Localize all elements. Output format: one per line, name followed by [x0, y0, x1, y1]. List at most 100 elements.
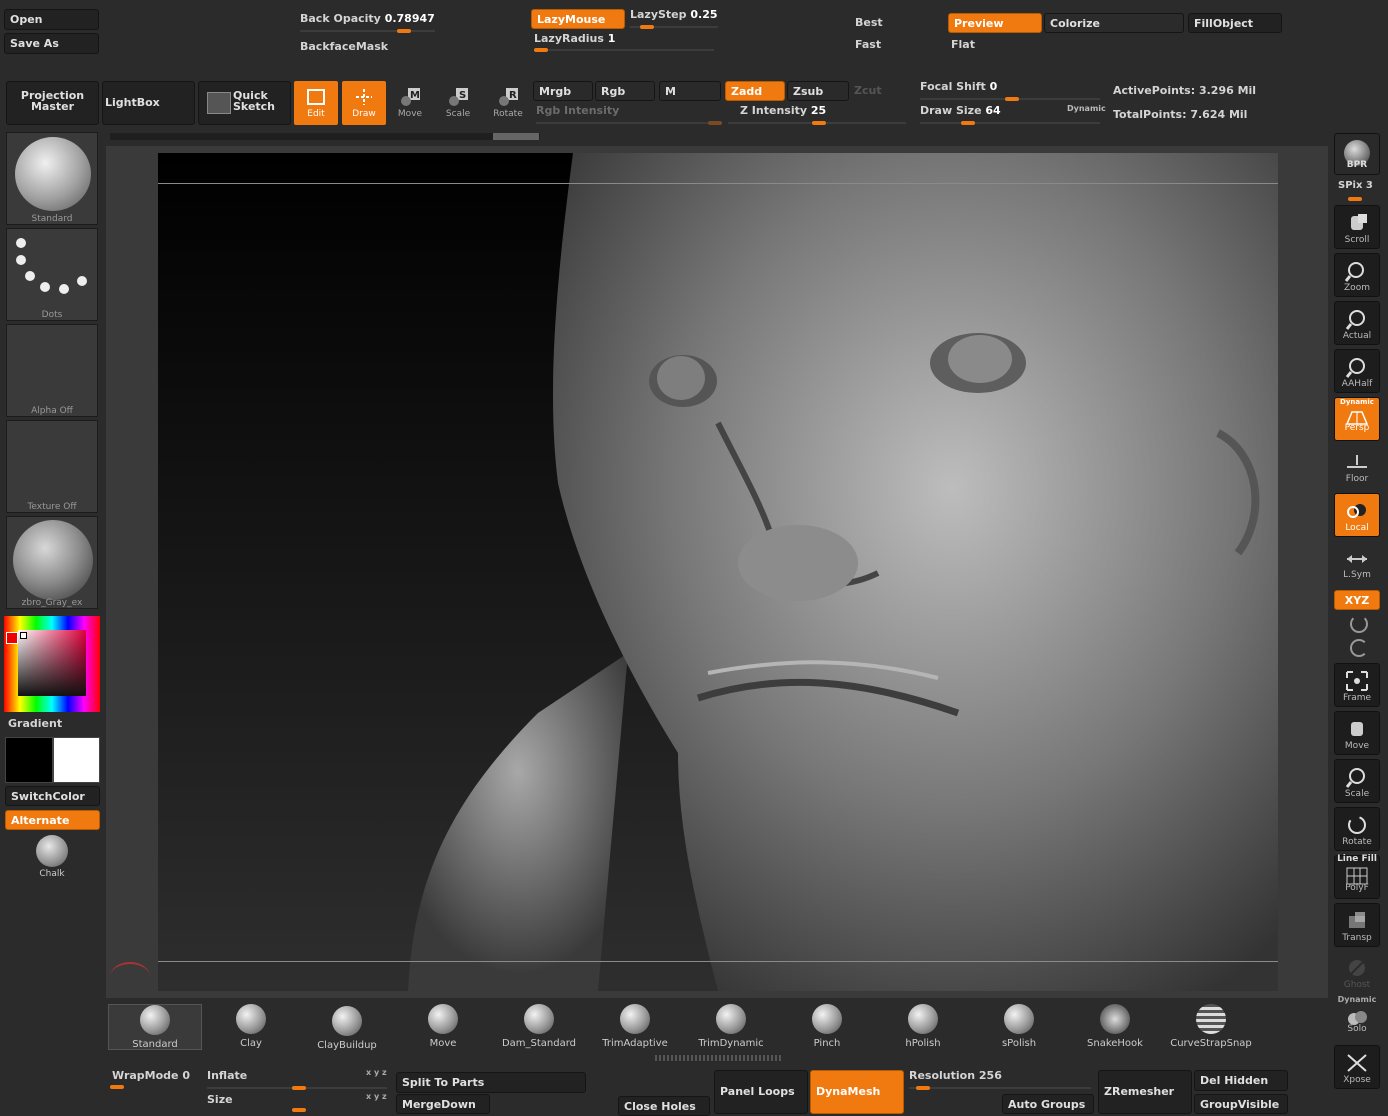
spix-slider[interactable]: SPix 3 [1338, 180, 1373, 191]
brush-trimdynamic[interactable]: TrimDynamic [684, 1004, 778, 1050]
lazymouse-button[interactable]: LazyMouse [531, 9, 625, 29]
chalk-material[interactable]: Chalk [5, 833, 99, 879]
move-view-button[interactable]: Move [1334, 711, 1380, 755]
brush-thumbnail[interactable]: Standard [6, 132, 98, 225]
floor-button[interactable]: Floor [1334, 445, 1380, 489]
quick-sketch-button[interactable]: Quick Sketch [198, 81, 291, 125]
lightbox-button[interactable]: LightBox [102, 81, 195, 125]
scale-mode-button[interactable]: S Scale [436, 81, 480, 125]
switchcolor-button[interactable]: SwitchColor [5, 786, 100, 806]
main-color-black[interactable] [5, 737, 53, 783]
secondary-color-swatch[interactable] [20, 632, 27, 639]
bpr-button[interactable]: BPR [1334, 133, 1380, 175]
mrgb-button[interactable]: Mrgb [533, 81, 593, 101]
projection-master-button[interactable]: Projection Master [6, 81, 99, 125]
auto-groups-button[interactable]: Auto Groups [1002, 1094, 1094, 1114]
rotate-y-icon[interactable] [1350, 615, 1368, 633]
scale-view-button[interactable]: Scale [1334, 759, 1380, 803]
rotate-z-icon[interactable] [1350, 639, 1368, 657]
inflate-knob[interactable] [292, 1086, 306, 1090]
brush-clay[interactable]: Clay [204, 1004, 298, 1050]
rotate-mode-button[interactable]: R Rotate [486, 81, 530, 125]
zadd-button[interactable]: Zadd [725, 81, 785, 101]
resolution-slider[interactable]: Resolution 256 [909, 1069, 1002, 1082]
back-opacity-slider[interactable]: Back Opacity 0.78947 [300, 12, 435, 25]
brush-curvestrapsnap[interactable]: CurveStrapSnap [1164, 1004, 1258, 1050]
alpha-thumbnail[interactable]: Alpha Off [6, 324, 98, 417]
material-thumbnail[interactable]: zbro_Gray_ex [6, 516, 98, 609]
texture-thumbnail[interactable]: Texture Off [6, 420, 98, 513]
local-button[interactable]: Local [1334, 493, 1380, 537]
edit-button[interactable]: Edit [294, 81, 338, 125]
best-button[interactable]: Best [855, 16, 883, 29]
draw-size-slider[interactable]: Draw Size 64 [920, 104, 1001, 117]
rgb-button[interactable]: Rgb [595, 81, 655, 101]
wrapmode-slider[interactable]: WrapMode 0 [112, 1069, 190, 1082]
color-picker[interactable] [4, 616, 100, 712]
fast-button[interactable]: Fast [855, 38, 881, 51]
alternate-button[interactable]: Alternate [5, 810, 100, 830]
brush-dam-standard[interactable]: Dam_Standard [492, 1004, 586, 1050]
brush-spolish[interactable]: sPolish [972, 1004, 1066, 1050]
brush-hpolish[interactable]: hPolish [876, 1004, 970, 1050]
document-scroll-thumb[interactable] [493, 133, 539, 140]
close-holes-button[interactable]: Close Holes [618, 1096, 710, 1116]
m-button[interactable]: M [659, 81, 721, 101]
draw-button[interactable]: Draw [342, 81, 386, 125]
inflate-xyz-toggle[interactable]: x y z [366, 1068, 387, 1077]
dynamic-toggle[interactable]: Dynamic [1067, 104, 1106, 113]
frame-button[interactable]: Frame [1334, 663, 1380, 707]
zoom-button[interactable]: Zoom [1334, 253, 1380, 297]
mergedown-button[interactable]: MergeDown [396, 1094, 490, 1114]
flat-button[interactable]: Flat [951, 38, 975, 51]
secondary-color-white[interactable] [53, 737, 100, 783]
draw-size-knob[interactable] [961, 121, 975, 125]
lazyradius-slider[interactable]: LazyRadius 1 [534, 32, 615, 45]
polyf-button[interactable]: Line Fill PolyF [1334, 854, 1380, 899]
rgb-intensity-knob[interactable] [708, 121, 722, 125]
focal-shift-slider[interactable]: Focal Shift 0 [920, 80, 997, 93]
zcut-button[interactable]: Zcut [854, 84, 882, 97]
del-hidden-button[interactable]: Del Hidden [1194, 1070, 1288, 1091]
primary-color-swatch[interactable] [6, 632, 18, 644]
focal-shift-knob[interactable] [1005, 97, 1019, 101]
wrapmode-knob[interactable] [110, 1085, 124, 1089]
spix-knob[interactable] [1348, 197, 1362, 201]
solo-button[interactable]: Dynamic Solo [1334, 995, 1380, 1041]
preview-button[interactable]: Preview [948, 13, 1042, 33]
brush-move[interactable]: Move [396, 1004, 490, 1050]
brush-claybuildup[interactable]: ClayBuildup [300, 1006, 394, 1052]
rgb-intensity-slider[interactable]: Rgb Intensity [536, 104, 619, 117]
z-intensity-knob[interactable] [812, 121, 826, 125]
back-opacity-knob[interactable] [397, 29, 411, 33]
shelf-resize-handle[interactable] [655, 1055, 783, 1061]
brush-snakehook[interactable]: SnakeHook [1068, 1004, 1162, 1050]
persp-button[interactable]: Dynamic Persp [1334, 397, 1380, 441]
z-intensity-slider[interactable]: Z Intensity 25 [740, 104, 826, 117]
lsym-button[interactable]: L.Sym [1334, 541, 1380, 585]
dynamesh-button[interactable]: DynaMesh [810, 1070, 904, 1114]
transp-button[interactable]: Transp [1334, 903, 1380, 947]
xpose-button[interactable]: Xpose [1334, 1045, 1380, 1089]
stroke-thumbnail[interactable]: Dots [6, 228, 98, 321]
colorize-button[interactable]: Colorize [1044, 13, 1184, 33]
brush-standard[interactable]: Standard [108, 1004, 202, 1050]
open-button[interactable]: Open [4, 9, 99, 30]
brush-pinch[interactable]: Pinch [780, 1004, 874, 1050]
brush-trimadaptive[interactable]: TrimAdaptive [588, 1004, 682, 1050]
move-mode-button[interactable]: M Move [388, 81, 432, 125]
groupvisible-button[interactable]: GroupVisible [1194, 1094, 1288, 1114]
inflate-slider[interactable]: Inflate [207, 1069, 247, 1082]
backface-mask-button[interactable]: BackfaceMask [300, 40, 388, 53]
resolution-knob[interactable] [916, 1086, 930, 1090]
size-xyz-toggle[interactable]: x y z [366, 1092, 387, 1101]
aahalf-button[interactable]: AAHalf [1334, 349, 1380, 393]
panel-loops-button[interactable]: Panel Loops [714, 1070, 808, 1114]
actual-button[interactable]: Actual [1334, 301, 1380, 345]
size-slider[interactable]: Size [207, 1093, 233, 1106]
rotate-view-button[interactable]: Rotate [1334, 807, 1380, 851]
lazystep-knob[interactable] [640, 25, 654, 29]
document-scroll-strip[interactable] [110, 133, 540, 140]
color-picker-square[interactable] [18, 630, 86, 696]
save-as-button[interactable]: Save As [4, 33, 99, 54]
